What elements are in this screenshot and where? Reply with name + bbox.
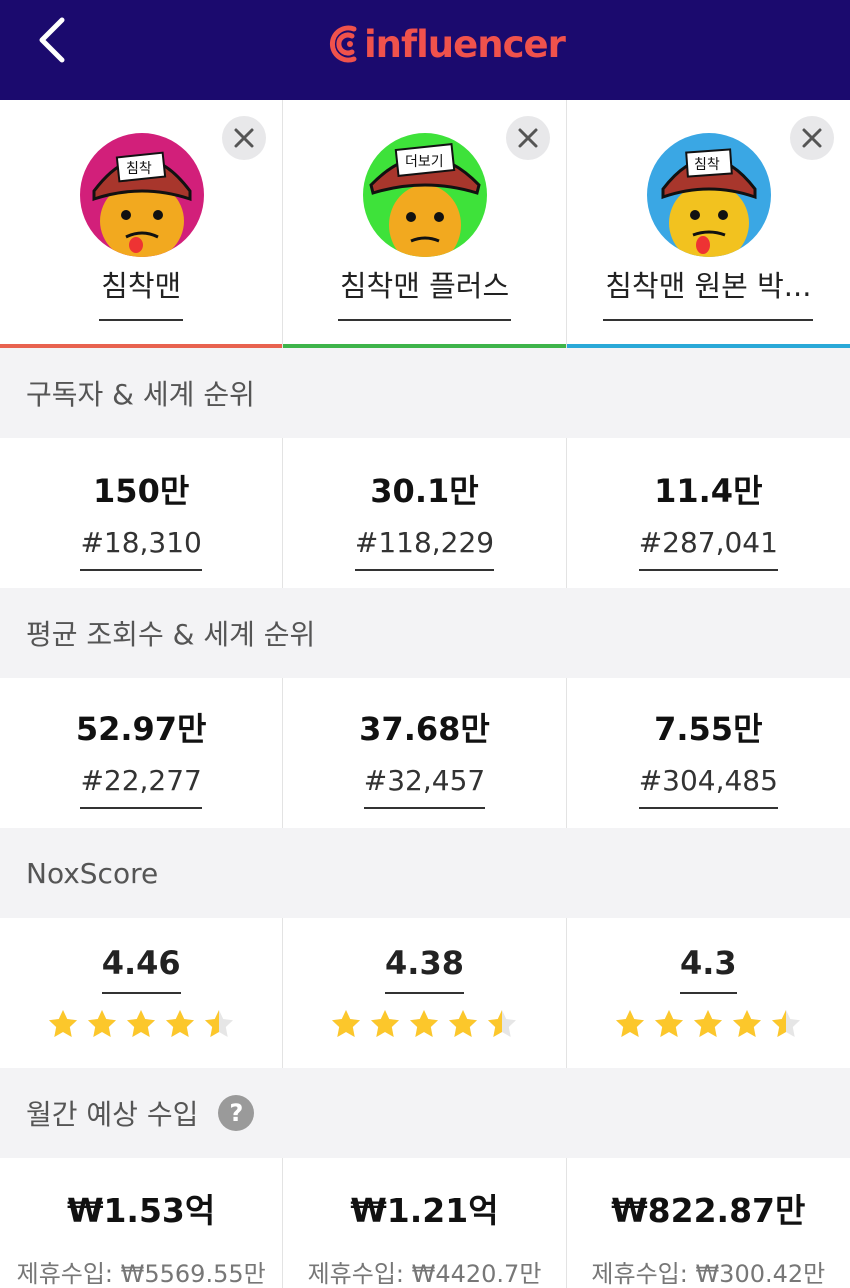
star-icon <box>655 1010 684 1037</box>
partner-income: 제휴수입: ₩4420.7만 <box>307 1260 542 1288</box>
close-icon <box>802 128 822 148</box>
stat-cell: 37.68만 #32,457 <box>283 678 567 828</box>
influencer-logo: influencer <box>328 14 566 74</box>
nox-score[interactable]: 4.3 <box>679 944 737 994</box>
svg-text:침착: 침착 <box>126 161 152 177</box>
channel-name-link[interactable]: 침착맨 플러스 <box>283 263 565 328</box>
star-icon <box>205 1010 234 1037</box>
avg-views-row: 52.97만 #22,277 37.68만 #32,457 7.55만 #304… <box>0 678 850 828</box>
world-rank-link[interactable]: #287,041 <box>638 526 778 571</box>
section-title: 구독자 & 세계 순위 <box>26 378 255 411</box>
world-rank-link[interactable]: #118,229 <box>354 526 495 571</box>
world-rank-link[interactable]: #32,457 <box>363 764 486 809</box>
star-icon <box>694 1010 723 1037</box>
star-icon <box>49 1010 78 1037</box>
star-icon <box>166 1010 195 1037</box>
star-icon <box>127 1010 156 1037</box>
star-icon <box>410 1010 439 1037</box>
avatar[interactable]: 침착 <box>646 133 771 257</box>
avatar[interactable]: 더보기 <box>363 133 488 257</box>
logo-text: influencer <box>364 22 566 66</box>
profile-card: 침착 침착맨 원본 박... <box>566 100 850 348</box>
channel-name-link[interactable]: 침착맨 원본 박... <box>567 263 850 328</box>
channel-name-link[interactable]: 침착맨 <box>0 263 282 328</box>
remove-profile-button[interactable] <box>789 116 834 160</box>
star-rating <box>0 1008 282 1040</box>
avg-views-value: 7.55만 <box>654 710 763 748</box>
subscriber-count: 150만 <box>93 472 190 510</box>
svg-text:침착: 침착 <box>694 157 720 173</box>
score-cell: 4.3 <box>567 918 850 1068</box>
nox-score[interactable]: 4.38 <box>385 944 464 994</box>
section-header-noxscore: NoxScore <box>0 828 850 918</box>
income-cell: ₩1.53억 제휴수입: ₩5569.55만 <box>0 1158 284 1288</box>
star-icon <box>371 1010 400 1037</box>
avg-views-value: 52.97만 <box>75 710 207 748</box>
stat-cell: 11.4만 #287,041 <box>567 438 850 588</box>
chevron-left-icon <box>39 17 65 63</box>
section-header-avg-views: 평균 조회수 & 세계 순위 <box>0 588 850 678</box>
noxscore-row: 4.46 4.38 4.3 <box>0 918 850 1068</box>
monthly-income: ₩1.53억 <box>67 1191 216 1230</box>
income-cell: ₩822.87만 제휴수입: ₩300.42만 <box>567 1158 850 1288</box>
monthly-income: ₩822.87만 <box>611 1191 806 1230</box>
star-icon <box>88 1010 117 1037</box>
profile-card: 더보기 침착맨 플러스 <box>283 100 567 348</box>
monthly-income: ₩1.21억 <box>350 1191 499 1230</box>
avg-views-value: 37.68만 <box>359 710 490 748</box>
stat-cell: 30.1만 #118,229 <box>283 438 567 588</box>
world-rank-link[interactable]: #22,277 <box>80 764 202 809</box>
close-icon <box>518 128 538 148</box>
help-icon[interactable]: ? <box>218 1095 255 1131</box>
star-rating <box>567 1008 850 1040</box>
subscriber-count: 11.4만 <box>654 472 763 510</box>
broadcast-icon <box>330 25 357 63</box>
income-row: ₩1.53억 제휴수입: ₩5569.55만 ₩1.21억 제휴수입: ₩442… <box>0 1158 850 1288</box>
section-title: 월간 예상 수입 <box>26 1098 199 1131</box>
star-icon <box>332 1010 361 1037</box>
back-button[interactable] <box>28 12 84 68</box>
profile-card: 침착 침착맨 <box>0 100 284 348</box>
section-title: 평균 조회수 & 세계 순위 <box>26 618 316 651</box>
section-header-subscribers: 구독자 & 세계 순위 <box>0 348 850 438</box>
income-cell: ₩1.21억 제휴수입: ₩4420.7만 <box>283 1158 567 1288</box>
score-cell: 4.38 <box>283 918 567 1068</box>
stat-cell: 7.55만 #304,485 <box>567 678 850 828</box>
score-cell: 4.46 <box>0 918 284 1068</box>
section-title: NoxScore <box>26 856 159 890</box>
close-icon <box>234 128 254 148</box>
star-icon <box>616 1010 645 1037</box>
stat-cell: 52.97만 #22,277 <box>0 678 284 828</box>
avatar[interactable]: 침착 <box>80 133 204 257</box>
partner-income: 제휴수입: ₩300.42만 <box>591 1260 826 1288</box>
subscriber-count: 30.1만 <box>370 472 479 510</box>
stat-cell: 150만 #18,310 <box>0 438 284 588</box>
subscribers-row: 150만 #18,310 30.1만 #118,229 11.4만 #287,0… <box>0 438 850 588</box>
star-icon <box>449 1010 478 1037</box>
remove-profile-button[interactable] <box>505 116 550 160</box>
star-icon <box>488 1010 517 1037</box>
world-rank-link[interactable]: #18,310 <box>80 526 202 571</box>
remove-profile-button[interactable] <box>222 116 267 160</box>
star-rating <box>283 1008 565 1040</box>
star-icon <box>772 1010 801 1037</box>
compare-profiles: 침착 침착맨 더보기 침착맨 플러스 침착 침착맨 원본 박... <box>0 100 850 348</box>
section-header-income: 월간 예상 수입 ? <box>0 1068 850 1158</box>
star-icon <box>733 1010 762 1037</box>
world-rank-link[interactable]: #304,485 <box>638 764 778 809</box>
app-header: influencer <box>0 0 850 100</box>
svg-text:더보기: 더보기 <box>405 154 444 170</box>
partner-income: 제휴수입: ₩5569.55만 <box>16 1260 266 1288</box>
nox-score[interactable]: 4.46 <box>101 944 181 994</box>
